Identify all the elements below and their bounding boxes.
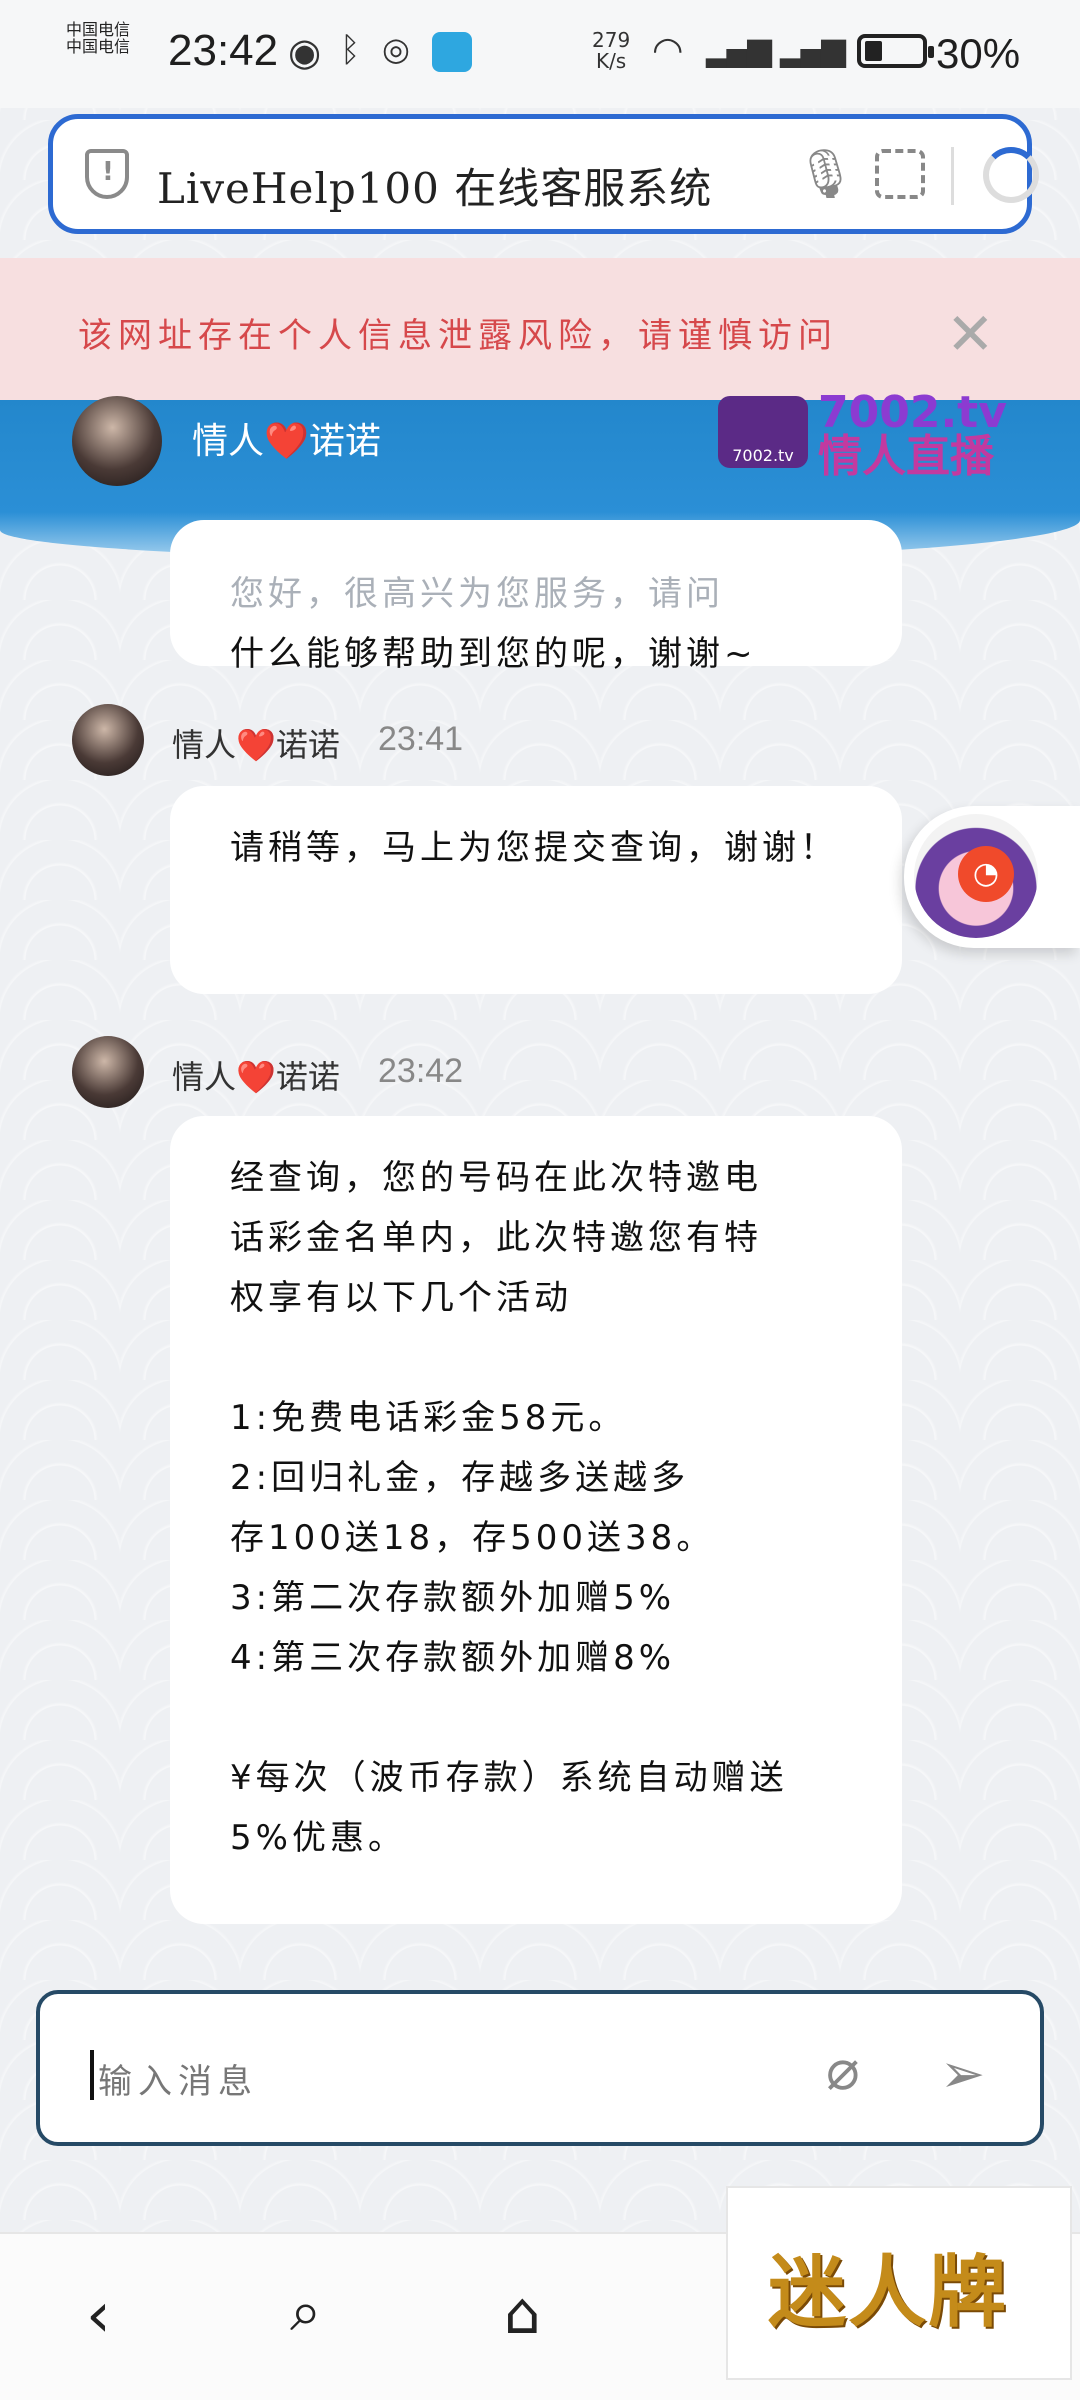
send-icon[interactable]: ➢ xyxy=(940,2042,985,2105)
search-icon[interactable]: ⌕ xyxy=(290,2284,321,2340)
message-line: 话彩金名单内，此次特邀您有特 xyxy=(230,1218,762,1258)
promo-banner[interactable]: 迷人牌 xyxy=(726,2186,1072,2380)
app-notification-icon: ◎ xyxy=(382,30,410,68)
floating-mascot-button[interactable]: ◔ xyxy=(904,806,1080,948)
battery-percent: 30% xyxy=(936,30,1021,77)
chat-bubble: 经查询，您的号码在此次特邀电 话彩金名单内，此次特邀您有特 权享有以下几个活动 … xyxy=(170,1116,902,1924)
divider xyxy=(951,147,954,205)
status-bar: 中国电信 中国电信 23:42 ◉ ᛒ ◎ 279 K/s ◠ ▂▄▆ ▂▄▆ … xyxy=(0,0,1080,108)
book-app-icon xyxy=(432,32,472,72)
avatar xyxy=(72,396,162,486)
wifi-icon: ◠ xyxy=(652,30,684,71)
close-icon[interactable]: ✕ xyxy=(946,300,995,368)
paperclip-icon[interactable]: ⌀ xyxy=(826,2038,860,2103)
message-header: 情人❤️诺诺 23:41 xyxy=(72,704,672,776)
mic-icon[interactable]: 🎙 xyxy=(795,145,856,202)
battery-icon xyxy=(857,34,934,68)
back-icon[interactable]: ‹ xyxy=(86,2284,111,2346)
message-line: 权享有以下几个活动 xyxy=(230,1278,572,1318)
chat-bubble: 请稍等，马上为您提交查询，谢谢！ xyxy=(170,786,902,994)
brand-name: 情人直播 xyxy=(818,431,994,482)
message-line: 存100送18，存500送38。 xyxy=(230,1518,715,1558)
chat-bubble: 您好，很高兴为您服务，请问 什么能够帮助到您的呢，谢谢~ xyxy=(170,520,902,674)
message-line: 4:第三次存款额外加赠8% xyxy=(230,1638,676,1678)
shield-icon[interactable] xyxy=(85,149,129,199)
text-caret xyxy=(90,2050,94,2100)
screen: { "status_bar": { "carrier_line1": "中国电信… xyxy=(0,0,1080,2400)
avatar xyxy=(72,1036,144,1108)
brand-logo-text: 7002.tv xyxy=(732,446,794,465)
message-time: 23:42 xyxy=(378,1052,464,1090)
message-line: 3:第二次存款额外加赠5% xyxy=(230,1578,676,1618)
bluetooth-icon: ᛒ xyxy=(340,30,361,70)
message-line: 1:免费电话彩金58元。 xyxy=(230,1398,627,1438)
signal-icon: ▂▄▆ xyxy=(706,30,772,68)
message-line: 5%优惠。 xyxy=(230,1818,406,1858)
net-speed: 279 K/s xyxy=(592,30,630,72)
scan-icon[interactable] xyxy=(875,149,925,199)
eye-icon: ◉ xyxy=(288,30,322,74)
sender-name: 情人❤️诺诺 xyxy=(172,1058,340,1096)
warning-text: 该网址存在个人信息泄露风险，请谨慎访问 xyxy=(78,316,838,356)
message-composer[interactable]: 输入消息 ⌀ ➢ xyxy=(36,1990,1044,2146)
message-text: 什么能够帮助到您的呢，谢谢~ xyxy=(230,634,757,674)
carrier-line-2: 中国电信 xyxy=(66,36,131,56)
message-time: 23:41 xyxy=(378,720,464,758)
message-line: 经查询，您的号码在此次特邀电 xyxy=(230,1158,762,1198)
brand-logo: 7002.tv xyxy=(718,396,808,468)
signal-5g-icon: ▂▄▆ xyxy=(780,30,846,68)
carrier-label: 中国电信 中国电信 xyxy=(66,21,162,56)
promo-text: 迷人牌 xyxy=(768,2248,1009,2338)
clock: 23:42 xyxy=(168,26,279,75)
address-bar[interactable]: LiveHelp100 在线客服系统 🎙 xyxy=(48,114,1039,234)
message-header: 情人❤️诺诺 23:42 xyxy=(72,1036,672,1108)
net-speed-value: 279 xyxy=(592,28,631,52)
avatar xyxy=(72,704,144,776)
message-text: 请稍等，马上为您提交查询，谢谢！ xyxy=(230,828,838,868)
message-faded-line: 您好，很高兴为您服务，请问 xyxy=(230,574,724,614)
agent-name: 情人❤️诺诺 xyxy=(192,421,381,462)
net-speed-unit: K/s xyxy=(595,49,627,73)
security-warning-banner: 该网址存在个人信息泄露风险，请谨慎访问 ✕ xyxy=(0,258,1080,400)
url-text[interactable]: LiveHelp100 在线客服系统 xyxy=(157,155,777,216)
home-icon[interactable]: ⌂ xyxy=(504,2284,541,2342)
refresh-icon[interactable] xyxy=(983,147,1039,203)
message-line: ¥每次（波币存款）系统自动赠送 xyxy=(230,1758,788,1798)
message-line: 2:回归礼金，存越多送越多 xyxy=(230,1458,690,1498)
message-input[interactable]: 输入消息 xyxy=(98,2054,258,2103)
sender-name: 情人❤️诺诺 xyxy=(172,726,340,764)
kuaishou-badge-icon: ◔ xyxy=(958,846,1014,902)
